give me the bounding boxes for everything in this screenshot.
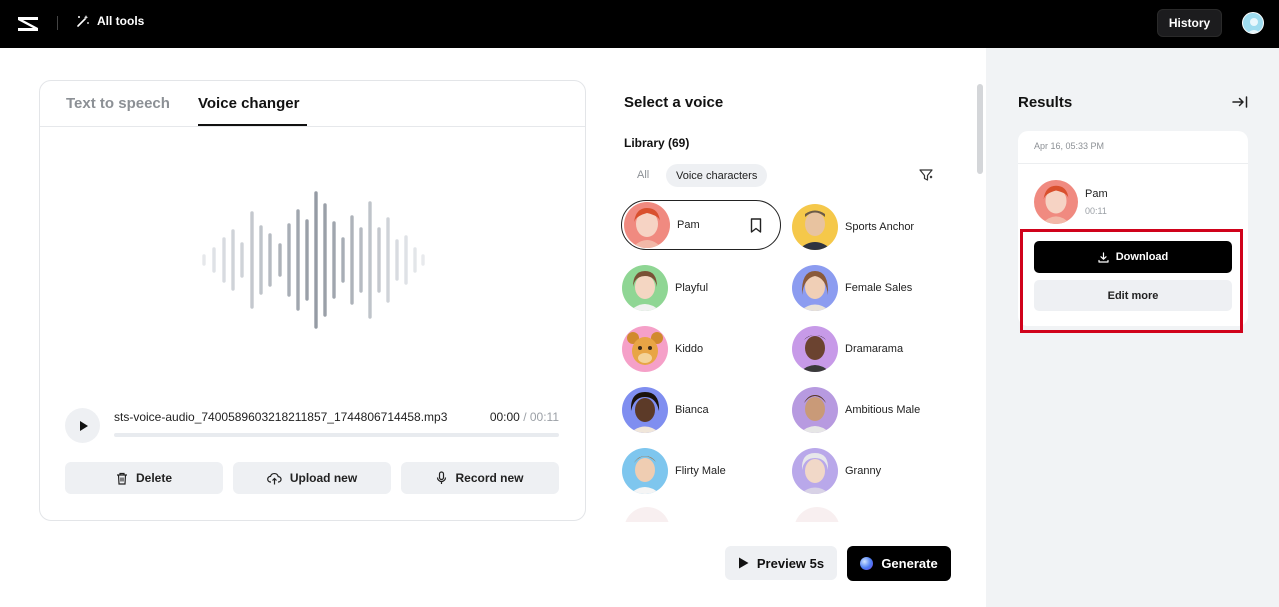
voice-name: Female Sales <box>845 282 913 294</box>
voice-avatar-partial <box>624 507 670 522</box>
tab-voice-changer[interactable]: Voice changer <box>198 95 299 112</box>
current-time: 00:00 <box>489 410 520 424</box>
upload-new-button[interactable]: Upload new <box>233 462 391 494</box>
voice-name: Playful <box>675 282 709 294</box>
mode-tabs: Text to speech Voice changer <box>40 81 585 127</box>
voice-avatar <box>792 448 838 494</box>
bookmark-icon[interactable] <box>750 218 762 233</box>
microphone-icon <box>437 471 447 484</box>
generate-label: Generate <box>881 556 938 571</box>
voice-item-sports-anchor[interactable]: Sports Anchor <box>792 202 952 252</box>
voice-item-ambitious-male[interactable]: Ambitious Male <box>792 385 952 435</box>
topbar-divider <box>57 16 58 30</box>
voice-item-female-sales[interactable]: Female Sales <box>792 263 952 313</box>
voice-name: Flirty Male <box>675 465 726 477</box>
filter-voice-characters-chip[interactable]: Voice characters <box>666 164 768 187</box>
trash-icon <box>116 472 127 485</box>
filter-all-chip[interactable]: All <box>637 169 649 181</box>
generate-orb-icon <box>860 557 874 570</box>
record-new-label: Record new <box>455 471 524 485</box>
voice-item-playful[interactable]: Playful <box>622 263 782 313</box>
download-label: Download <box>1115 251 1169 263</box>
filter-icon[interactable] <box>918 167 934 183</box>
upload-new-label: Upload new <box>289 471 358 485</box>
audio-time: 00:00 / 00:11 <box>490 410 559 424</box>
download-icon <box>1098 251 1109 263</box>
result-voice-name: Pam <box>1085 188 1108 200</box>
voice-name: Ambitious Male <box>845 404 921 416</box>
results-title: Results <box>1018 94 1073 111</box>
voice-list-scrollbar[interactable] <box>977 84 983 174</box>
audio-waveform <box>202 191 425 329</box>
preview-button[interactable]: Preview 5s <box>725 546 837 580</box>
select-voice-title: Select a voice <box>624 94 724 111</box>
voice-item-flirty-male[interactable]: Flirty Male <box>622 446 782 496</box>
voice-avatar <box>792 204 838 250</box>
delete-button[interactable]: Delete <box>65 462 223 494</box>
audio-progress-bar[interactable] <box>114 433 559 437</box>
voice-avatar <box>792 265 838 311</box>
voice-grid: Pam Sports Anchor Playful Female Sales K… <box>620 200 960 522</box>
voice-avatar <box>622 448 668 494</box>
history-button[interactable]: History <box>1157 9 1222 37</box>
voice-avatar <box>792 387 838 433</box>
play-icon <box>738 557 749 569</box>
total-time: / 00:11 <box>523 410 559 424</box>
voice-changer-card: Text to speech Voice changer sts-voice-a… <box>39 80 586 521</box>
voice-avatar <box>624 202 670 248</box>
voice-name: Granny <box>845 465 882 477</box>
delete-label: Delete <box>135 471 173 485</box>
audio-filename: sts-voice-audio_7400589603218211857_1744… <box>114 410 448 424</box>
voice-avatar <box>622 387 668 433</box>
collapse-panel-icon[interactable] <box>1232 95 1248 109</box>
result-voice-avatar <box>1034 180 1078 224</box>
voice-name: Dramarama <box>845 343 904 355</box>
download-button[interactable]: Download <box>1034 241 1232 273</box>
library-count: Library (69) <box>624 136 690 150</box>
voice-avatar-partial <box>794 507 840 522</box>
voice-item-kiddo[interactable]: Kiddo <box>622 324 782 374</box>
voice-item-granny[interactable]: Granny <box>792 446 952 496</box>
voice-avatar <box>622 326 668 372</box>
top-bar: All tools History <box>0 0 1279 48</box>
voice-item-dramarama[interactable]: Dramarama <box>792 324 952 374</box>
voice-name: Bianca <box>675 404 709 416</box>
cloud-upload-icon <box>266 472 282 484</box>
result-duration: 00:11 <box>1085 206 1107 216</box>
voice-item-pam[interactable]: Pam <box>621 200 781 250</box>
voice-name: Pam <box>677 219 700 231</box>
voice-avatar <box>792 326 838 372</box>
result-date: Apr 16, 05:33 PM <box>1034 141 1105 151</box>
voice-name: Kiddo <box>675 343 704 355</box>
voice-avatar <box>622 265 668 311</box>
play-button[interactable] <box>65 408 100 443</box>
voice-name: Sports Anchor <box>845 221 915 233</box>
record-new-button[interactable]: Record new <box>401 462 559 494</box>
magic-wand-icon <box>77 15 89 27</box>
all-tools-label: All tools <box>97 14 145 28</box>
active-tab-indicator <box>198 124 307 126</box>
play-icon <box>79 420 88 431</box>
tab-text-to-speech[interactable]: Text to speech <box>66 95 170 112</box>
all-tools-link[interactable]: All tools <box>76 14 144 28</box>
result-divider <box>1018 163 1248 164</box>
preview-label: Preview 5s <box>756 555 825 571</box>
user-avatar[interactable] <box>1242 12 1264 34</box>
generate-button[interactable]: Generate <box>847 546 951 581</box>
edit-more-button[interactable]: Edit more <box>1034 280 1232 311</box>
avatar-person-icon <box>1247 18 1261 33</box>
capcut-logo-icon[interactable] <box>16 14 40 34</box>
voice-item-bianca[interactable]: Bianca <box>622 385 782 435</box>
